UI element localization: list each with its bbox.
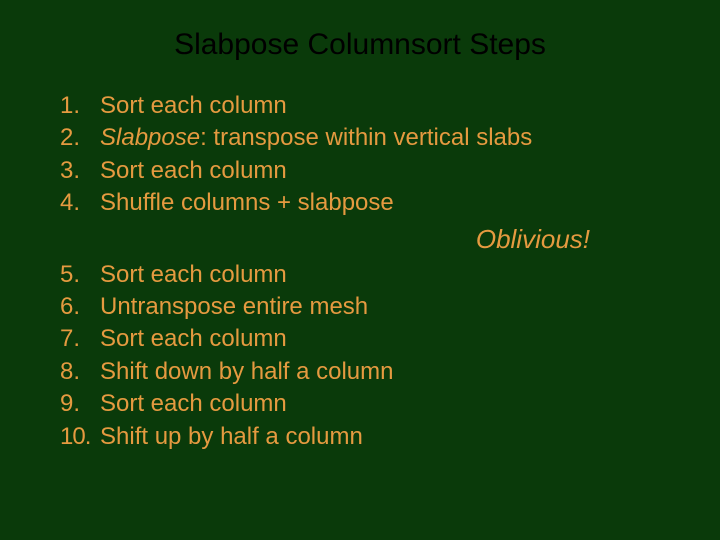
step-text: Shuffle columns + slabpose [100, 187, 660, 219]
step-number: 5. [60, 259, 100, 291]
slide-title: Slabpose Columnsort Steps [60, 28, 660, 62]
step-number: 7. [60, 323, 100, 355]
list-item: 3. Sort each column [60, 155, 660, 187]
step-number: 10. [60, 421, 100, 453]
list-item: 10. Shift up by half a column [60, 421, 660, 453]
step-number: 1. [60, 90, 100, 122]
step-text: Slabpose: transpose within vertical slab… [100, 122, 660, 154]
list-item: 7. Sort each column [60, 323, 660, 355]
step-number: 8. [60, 356, 100, 388]
step-number: 9. [60, 388, 100, 420]
step-text-rest: : transpose within vertical slabs [200, 124, 532, 151]
slabpose-term: Slabpose [100, 124, 200, 151]
steps-list: 1. Sort each column 2. Slabpose: transpo… [60, 90, 660, 453]
step-number: 3. [60, 155, 100, 187]
list-item: 9. Sort each column [60, 388, 660, 420]
step-text: Shift down by half a column [100, 356, 660, 388]
step-text: Sort each column [100, 323, 660, 355]
list-item: 5. Sort each column [60, 259, 660, 291]
step-text: Shift up by half a column [100, 421, 660, 453]
list-item: 2. Slabpose: transpose within vertical s… [60, 122, 660, 154]
list-item: 1. Sort each column [60, 90, 660, 122]
step-text: Sort each column [100, 155, 660, 187]
step-text: Sort each column [100, 388, 660, 420]
list-item: 8. Shift down by half a column [60, 356, 660, 388]
list-item: 4. Shuffle columns + slabpose [60, 187, 660, 219]
step-text: Untranspose entire mesh [100, 291, 660, 323]
step-number: 4. [60, 187, 100, 219]
slide: Slabpose Columnsort Steps 1. Sort each c… [0, 0, 720, 540]
oblivious-callout: Oblivious! [60, 222, 660, 257]
list-item: 6. Untranspose entire mesh [60, 291, 660, 323]
step-number: 2. [60, 122, 100, 154]
step-text: Sort each column [100, 259, 660, 291]
step-number: 6. [60, 291, 100, 323]
step-text: Sort each column [100, 90, 660, 122]
